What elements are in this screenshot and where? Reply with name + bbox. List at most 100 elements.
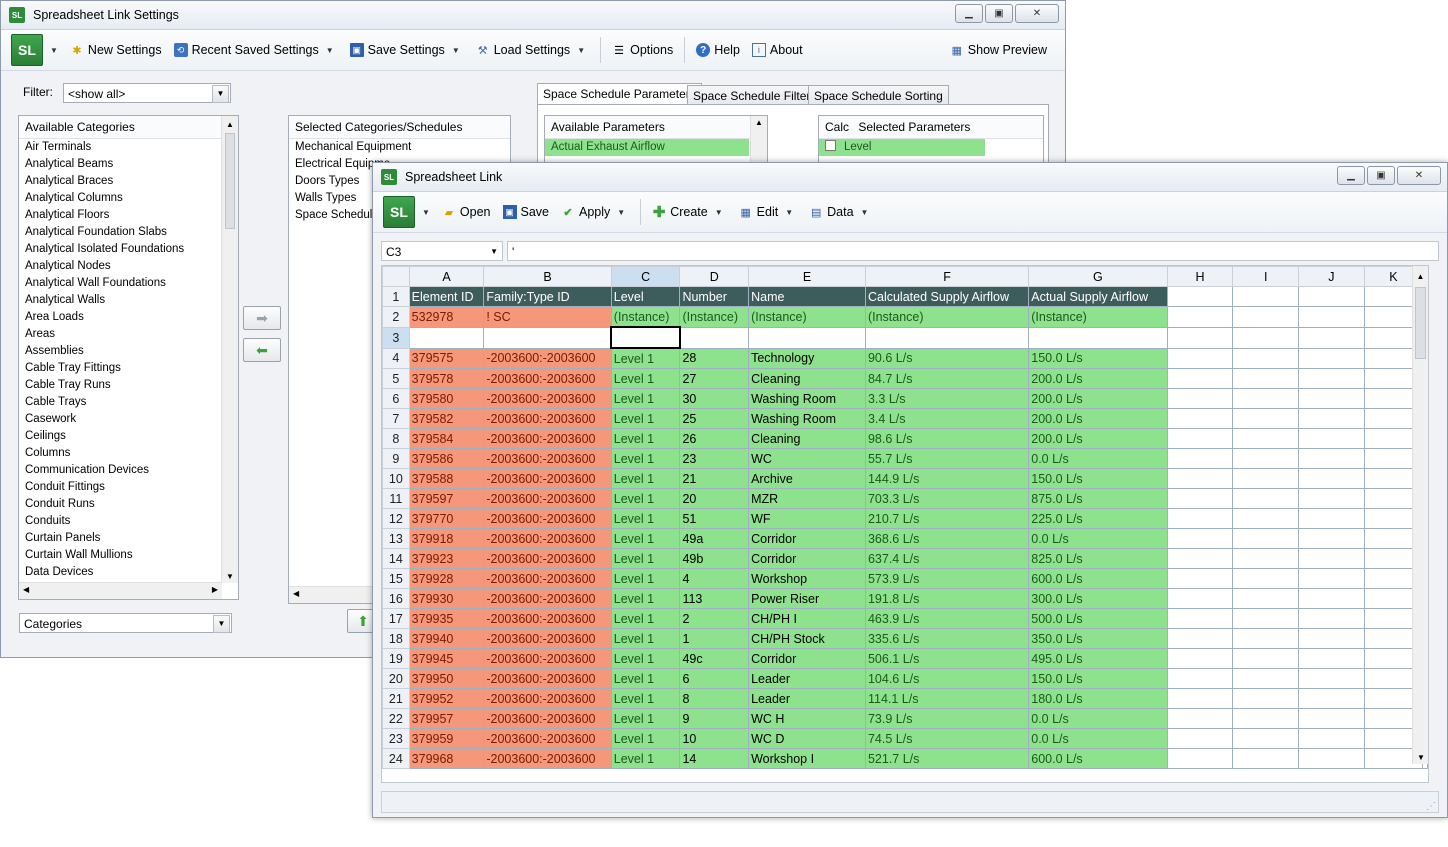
cell[interactable]: ! SC — [483, 306, 612, 328]
cell[interactable] — [1232, 306, 1300, 328]
cell[interactable]: (Instance) — [748, 306, 866, 328]
cell[interactable]: -2003600:-2003600 — [483, 568, 612, 589]
show-preview-button[interactable]: ▦ Show Preview — [946, 43, 1051, 57]
cell[interactable]: -2003600:-2003600 — [483, 448, 612, 469]
cell[interactable] — [1166, 388, 1234, 409]
cell[interactable]: 0.0 L/s — [1028, 728, 1168, 749]
cell[interactable] — [1298, 388, 1365, 409]
cell[interactable]: 379950 — [408, 668, 485, 689]
cell[interactable]: 73.9 L/s — [864, 708, 1030, 729]
cell[interactable]: 379588 — [408, 468, 485, 489]
category-item[interactable]: Areas — [19, 326, 238, 343]
cell[interactable]: 14 — [679, 748, 750, 769]
cell[interactable]: 379928 — [408, 568, 485, 589]
settings-titlebar[interactable]: SL Spreadsheet Link Settings ▁ ▣ ✕ — [1, 1, 1065, 30]
cell[interactable]: 26 — [679, 428, 750, 449]
close-icon[interactable]: ✕ — [1397, 166, 1441, 185]
scroll-left-icon[interactable]: ◀ — [293, 589, 299, 598]
cell[interactable]: MZR — [748, 488, 866, 509]
cell[interactable] — [1166, 448, 1234, 469]
apply-button[interactable]: ✔ Apply ▼ — [557, 205, 633, 219]
row-header[interactable]: 22 — [382, 708, 410, 729]
categories-combo[interactable]: Categories ▼ — [19, 613, 232, 633]
category-item[interactable]: Curtain Wall Mullions — [19, 547, 238, 564]
category-item[interactable]: Communication Devices — [19, 462, 238, 479]
header-cell[interactable]: Name — [748, 286, 866, 307]
column-header[interactable]: G — [1028, 266, 1168, 287]
row-header[interactable]: 18 — [382, 628, 410, 649]
row-header[interactable]: 7 — [382, 408, 410, 429]
cell[interactable]: -2003600:-2003600 — [483, 368, 612, 389]
tab-space-schedule-parameters[interactable]: Space Schedule Parameters — [537, 83, 702, 105]
cell[interactable]: 150.0 L/s — [1028, 668, 1168, 689]
create-button[interactable]: ✚ Create ▼ — [648, 204, 730, 221]
spreadsheet-titlebar[interactable]: SL Spreadsheet Link ▁ ▣ ✕ — [373, 163, 1447, 192]
cell[interactable]: Level 1 — [610, 748, 681, 769]
cell[interactable] — [1232, 748, 1300, 769]
row-header[interactable]: 8 — [382, 428, 410, 449]
cell[interactable]: Level 1 — [610, 668, 681, 689]
cell[interactable] — [408, 326, 485, 349]
cell[interactable] — [1298, 548, 1365, 569]
cell[interactable] — [1298, 286, 1365, 307]
cell[interactable]: 379923 — [408, 548, 485, 569]
edit-button[interactable]: ▦ Edit ▼ — [735, 205, 801, 219]
cell[interactable]: 200.0 L/s — [1028, 428, 1168, 449]
column-header[interactable]: C — [610, 266, 681, 287]
cell[interactable] — [1232, 488, 1300, 509]
cell[interactable]: Corridor — [748, 648, 866, 669]
checkbox[interactable] — [825, 140, 836, 151]
cell[interactable] — [1232, 528, 1300, 549]
cell[interactable] — [1232, 588, 1300, 609]
category-item[interactable]: Conduit Runs — [19, 496, 238, 513]
category-item[interactable]: Analytical Walls — [19, 292, 238, 309]
cell[interactable]: Level 1 — [610, 708, 681, 729]
cell[interactable] — [1298, 528, 1365, 549]
cell[interactable]: 300.0 L/s — [1028, 588, 1168, 609]
cell[interactable] — [1298, 628, 1365, 649]
cell[interactable]: 521.7 L/s — [864, 748, 1030, 769]
cell[interactable]: -2003600:-2003600 — [483, 488, 612, 509]
minimize-icon[interactable]: ▁ — [955, 4, 983, 23]
minimize-icon[interactable]: ▁ — [1337, 166, 1365, 185]
cell[interactable]: -2003600:-2003600 — [483, 508, 612, 529]
cell[interactable] — [1298, 568, 1365, 589]
cell[interactable]: 30 — [679, 388, 750, 409]
cell[interactable] — [1166, 286, 1234, 307]
cell[interactable] — [1298, 728, 1365, 749]
cell[interactable]: 49b — [679, 548, 750, 569]
category-item[interactable]: Curtain Panels — [19, 530, 238, 547]
cell[interactable]: 9 — [679, 708, 750, 729]
cell[interactable]: 379575 — [408, 347, 485, 369]
cell[interactable] — [1232, 648, 1300, 669]
cell[interactable] — [1166, 568, 1234, 589]
filter-combo[interactable]: <show all> ▼ — [63, 83, 231, 103]
cell[interactable] — [1232, 286, 1300, 307]
cell[interactable] — [1166, 628, 1234, 649]
cell[interactable] — [1298, 488, 1365, 509]
row-header[interactable]: 4 — [382, 347, 410, 369]
row-header[interactable]: 21 — [382, 688, 410, 709]
cell[interactable]: -2003600:-2003600 — [483, 608, 612, 629]
scroll-left-icon[interactable]: ◀ — [23, 585, 29, 594]
cell[interactable]: Washing Room — [748, 388, 866, 409]
cell[interactable] — [1166, 326, 1234, 349]
cell[interactable] — [1166, 708, 1234, 729]
cell[interactable]: Archive — [748, 468, 866, 489]
row-header[interactable]: 15 — [382, 568, 410, 589]
remove-left-button[interactable]: ⬅ — [243, 338, 281, 362]
cell[interactable] — [1166, 608, 1234, 629]
close-icon[interactable]: ✕ — [1015, 4, 1059, 23]
cell-reference-combo[interactable]: C3 ▼ — [381, 241, 503, 261]
cell[interactable] — [1232, 568, 1300, 589]
row-header[interactable]: 17 — [382, 608, 410, 629]
chevron-down-icon[interactable]: ▼ — [212, 85, 229, 103]
cell[interactable]: Level 1 — [610, 347, 681, 369]
cell[interactable]: -2003600:-2003600 — [483, 668, 612, 689]
cell[interactable]: 368.6 L/s — [864, 528, 1030, 549]
cell[interactable]: Level 1 — [610, 528, 681, 549]
cell[interactable] — [1232, 368, 1300, 389]
category-item[interactable]: Cable Tray Runs — [19, 377, 238, 394]
cell[interactable] — [1298, 368, 1365, 389]
cell[interactable]: 825.0 L/s — [1028, 548, 1168, 569]
